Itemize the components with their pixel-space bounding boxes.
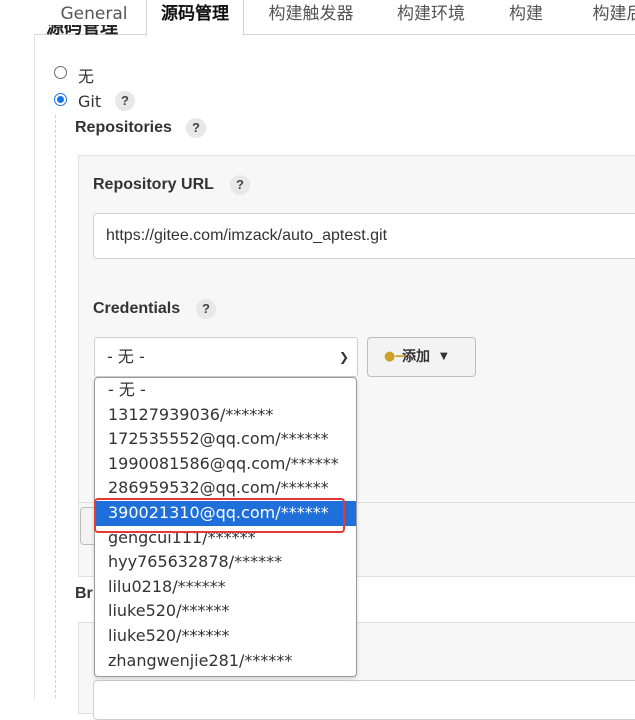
credentials-option[interactable]: - 无 - xyxy=(95,378,356,403)
branches-label: Br xyxy=(75,585,93,602)
credentials-select-value: - 无 - xyxy=(107,347,145,366)
repositories-help-icon[interactable]: ? xyxy=(186,118,206,138)
git-group-line xyxy=(55,115,57,698)
credentials-option[interactable]: lilu0218/****** xyxy=(95,575,356,600)
add-credentials-button[interactable]: ●― 添加 ▼ xyxy=(367,337,476,377)
tab-post-build[interactable]: 构建后 xyxy=(578,0,635,34)
section-heading: 源码管理 xyxy=(46,25,156,39)
credentials-option[interactable]: 1990081586@qq.com/****** xyxy=(95,452,356,477)
branch-specifier-input[interactable] xyxy=(93,680,635,720)
credentials-label: Credentials xyxy=(93,300,181,317)
tab-source-code-management[interactable]: 源码管理 xyxy=(146,0,244,36)
scm-git-radio[interactable] xyxy=(54,93,67,106)
repositories-label: Repositories xyxy=(75,119,172,136)
credentials-help-icon[interactable]: ? xyxy=(196,299,216,319)
chevron-down-icon: ❯ xyxy=(338,350,349,364)
credentials-option[interactable]: 13127939036/****** xyxy=(95,403,356,428)
scm-none-label: 无 xyxy=(78,67,95,86)
repository-url-label: Repository URL xyxy=(93,176,214,193)
credentials-option[interactable]: liuke520/****** xyxy=(95,624,356,649)
scm-none-radio[interactable] xyxy=(54,66,67,79)
repository-url-input[interactable]: https://gitee.com/imzack/auto_aptest.git xyxy=(93,213,635,259)
repository-url-help-icon[interactable]: ? xyxy=(230,175,250,195)
left-gutter-line xyxy=(34,0,35,698)
section-title: 源码管理 xyxy=(46,25,118,38)
git-help-icon[interactable]: ? xyxy=(115,91,135,111)
tab-build-triggers[interactable]: 构建触发器 xyxy=(256,0,366,34)
caret-down-icon: ▼ xyxy=(440,351,448,362)
credentials-option[interactable]: zhangwenjie281/****** xyxy=(95,649,356,674)
credentials-option[interactable]: 172535552@qq.com/****** xyxy=(95,427,356,452)
annotation-highlight-box xyxy=(94,498,345,533)
add-button-label: 添加 xyxy=(402,349,430,365)
tab-build-environment[interactable]: 构建环境 xyxy=(386,0,476,34)
scm-git-label: Git xyxy=(78,92,102,111)
credentials-select[interactable]: - 无 - ❯ xyxy=(94,337,358,377)
credentials-option[interactable]: liuke520/****** xyxy=(95,599,356,624)
credentials-option[interactable]: hyy765632878/****** xyxy=(95,550,356,575)
tab-build[interactable]: 构建 xyxy=(500,0,552,34)
